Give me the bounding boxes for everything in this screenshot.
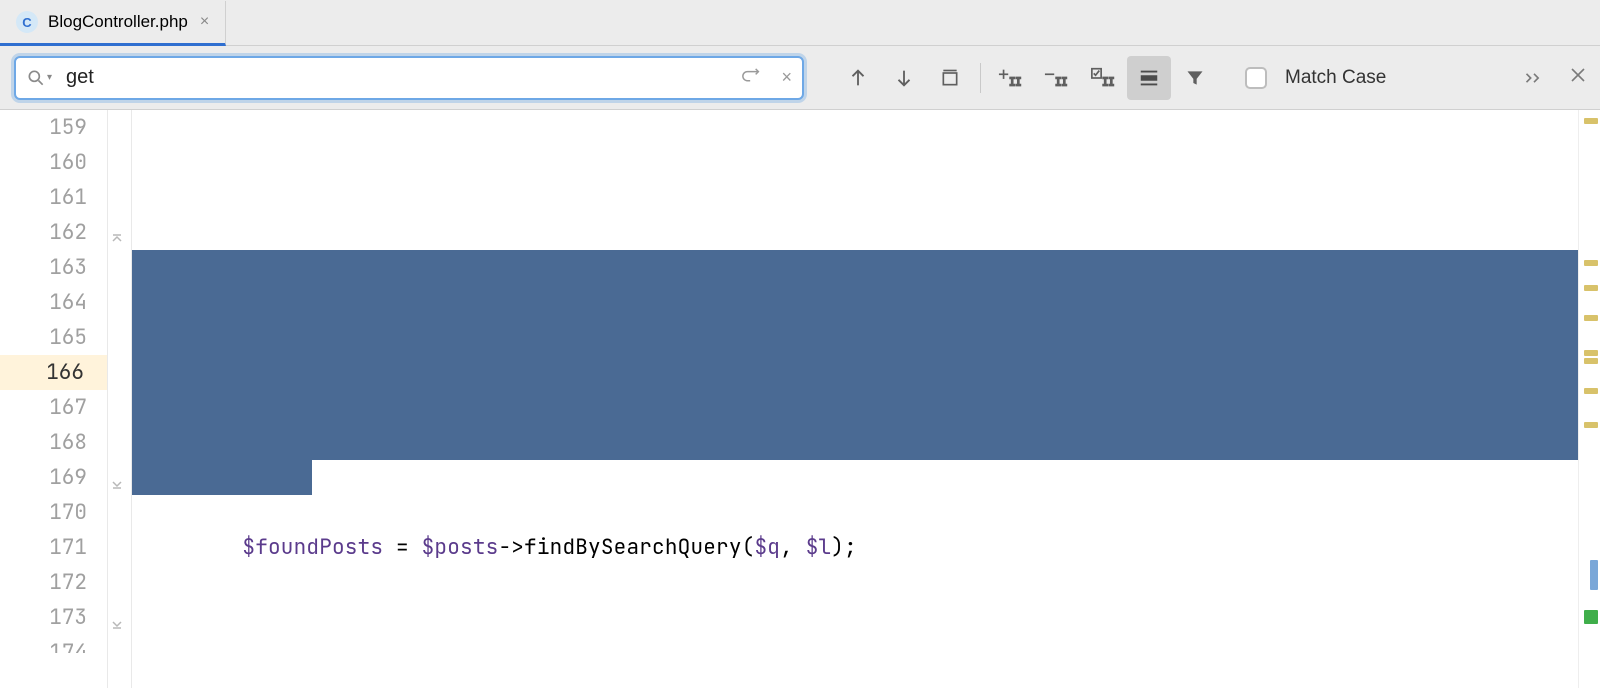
code-line: [132, 670, 1578, 688]
search-input[interactable]: [66, 66, 741, 89]
select-all-occurrences-button[interactable]: II: [1081, 56, 1125, 100]
code-editor[interactable]: 1591601611621631641651661671681691701711…: [0, 110, 1600, 688]
tab-bar: C BlogController.php ×: [0, 0, 1600, 46]
select-all-button[interactable]: [928, 56, 972, 100]
fold-strip: [108, 110, 132, 688]
more-options-button[interactable]: [1524, 70, 1544, 86]
tab-filename: BlogController.php: [48, 12, 188, 32]
close-search-icon[interactable]: [1570, 67, 1586, 88]
php-class-icon: C: [16, 11, 38, 33]
search-box[interactable]: ▾ ×: [14, 56, 804, 100]
search-history-icon[interactable]: [741, 67, 763, 89]
find-actions: II II II: [836, 56, 1217, 100]
svg-text:II: II: [1102, 77, 1114, 88]
search-icon: [26, 68, 46, 88]
toolbar-separator: [980, 63, 981, 93]
marker-strip[interactable]: [1578, 110, 1600, 688]
code-area[interactable]: $foundPosts = $posts->findBySearchQuery(…: [132, 110, 1578, 688]
code-line: $foundPosts = $posts->findBySearchQuery(…: [132, 530, 1578, 565]
filter-button[interactable]: [1173, 56, 1217, 100]
svg-text:II: II: [1055, 77, 1067, 88]
line-number-gutter: 1591601611621631641651661671681691701711…: [0, 110, 108, 688]
tab-blogcontroller[interactable]: C BlogController.php ×: [0, 1, 226, 46]
close-tab-icon[interactable]: ×: [198, 13, 211, 31]
prev-match-button[interactable]: [836, 56, 880, 100]
match-case-checkbox[interactable]: [1245, 67, 1267, 89]
next-match-button[interactable]: [882, 56, 926, 100]
add-selection-button[interactable]: II: [989, 56, 1033, 100]
search-options-dropdown-icon[interactable]: ▾: [47, 72, 52, 83]
match-case-label: Match Case: [1285, 67, 1386, 89]
clear-search-icon[interactable]: ×: [781, 67, 792, 88]
find-toolbar: ▾ × II II II: [0, 46, 1600, 110]
svg-text:II: II: [1009, 77, 1021, 88]
remove-selection-button[interactable]: II: [1035, 56, 1079, 100]
toggle-in-selection-button[interactable]: [1127, 56, 1171, 100]
